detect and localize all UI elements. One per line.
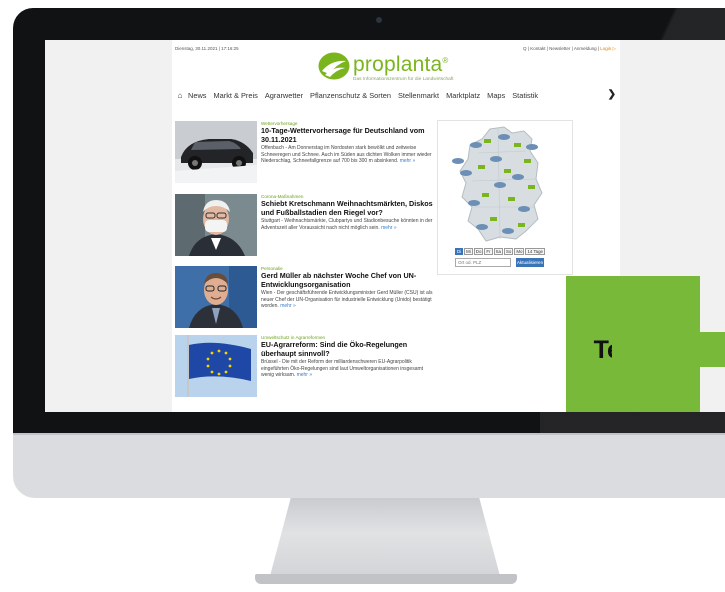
more-link[interactable]: mehr » — [297, 372, 313, 378]
politician-mask-thumbnail[interactable] — [175, 194, 257, 256]
day-tab[interactable]: Sa — [493, 248, 503, 255]
article-summary: Brüssel - Die mit der Reform der milliar… — [261, 359, 424, 378]
day-tab[interactable]: Di — [455, 248, 464, 255]
date-time-label: Dienstag, 30.11.2021 | 17:16:25 — [175, 46, 239, 51]
news-item[interactable]: Umweltschutz in Agrarreformen EU-Agrarre… — [175, 335, 437, 399]
day-tab[interactable]: Mo — [514, 248, 525, 255]
nav-item-news[interactable]: News — [188, 91, 206, 100]
monitor-foot — [255, 574, 517, 584]
monitor-chin — [13, 435, 725, 498]
plz-input[interactable]: Ort od. PLZ — [455, 258, 511, 267]
portrait-thumbnail[interactable] — [175, 266, 257, 328]
day-tab[interactable]: So — [503, 248, 514, 255]
login-link[interactable]: Login ▷ — [600, 46, 616, 51]
car-snow-thumbnail[interactable] — [175, 121, 257, 183]
registered-mark: ® — [442, 56, 449, 65]
update-weather-button[interactable]: Aktualisieren — [516, 258, 544, 267]
day-tab[interactable]: Mi — [464, 248, 473, 255]
article-headline[interactable]: Gerd Müller ab nächster Woche Chef von U… — [261, 271, 435, 289]
day-tab[interactable]: Fr — [484, 248, 493, 255]
article-headline[interactable]: Schiebt Kretschmann Weihnachtsmärkten, D… — [261, 199, 435, 217]
eu-flag-thumbnail[interactable] — [175, 335, 257, 397]
weather-day-tabs: Di Mi Do Fr Sa So Mo 14 Tage — [455, 248, 546, 255]
nav-item-agrarwetter[interactable]: Agrarwetter — [265, 91, 303, 100]
main-nav: ⌂ News Markt & Preis Agrarwetter Pflanze… — [172, 87, 620, 103]
teaser-pointer-bar — [612, 332, 725, 367]
news-item[interactable]: Personalie Gerd Müller ab nächster Woche… — [175, 266, 437, 330]
nav-item-maps[interactable]: Maps — [487, 91, 505, 100]
monitor-stand — [270, 498, 500, 576]
more-link[interactable]: mehr » — [381, 225, 397, 231]
article-headline[interactable]: 10-Tage-Wettervorhersage für Deutschland… — [261, 126, 435, 144]
nav-item-marktplatz[interactable]: Marktplatz — [446, 91, 480, 100]
top-links-text[interactable]: Q | Kontakt | Newsletter | Anmeldung | — [523, 46, 600, 51]
news-list: Wettervorhersage 10-Tage-Wettervorhersag… — [175, 121, 437, 411]
day-tab[interactable]: 14 Tage — [525, 248, 545, 255]
home-icon[interactable]: ⌂ — [172, 91, 188, 100]
site-logo[interactable]: proplanta® Das Informationszentrum für d… — [317, 51, 497, 85]
weather-map-widget: Di Mi Do Fr Sa So Mo 14 Tage Ort od. PLZ… — [437, 120, 573, 275]
logo-text: proplanta — [353, 53, 443, 76]
leaf-logo-icon — [318, 52, 350, 80]
site-tagline: Das Informationszentrum für die Landwirt… — [353, 77, 454, 82]
nav-item-markt-preis[interactable]: Markt & Preis — [213, 91, 257, 100]
chevron-right-icon[interactable]: ❯ — [608, 89, 616, 100]
news-item[interactable]: Corona-Maßnahmen Schiebt Kretschmann Wei… — [175, 194, 437, 258]
webcam-dot — [376, 17, 382, 23]
website-page: Dienstag, 30.11.2021 | 17:16:25 Q | Kont… — [172, 40, 700, 412]
nav-item-statistik[interactable]: Statistik — [512, 91, 538, 100]
monitor-mockup: Dienstag, 30.11.2021 | 17:16:25 Q | Kont… — [0, 0, 725, 592]
day-tab[interactable]: Do — [473, 248, 484, 255]
more-link[interactable]: mehr » — [280, 303, 296, 309]
nav-item-stellenmarkt[interactable]: Stellenmarkt — [398, 91, 439, 100]
more-link[interactable]: mehr » — [400, 158, 416, 164]
article-summary: Stuttgart - Weihnachtsmärkte, Clubpartys… — [261, 218, 433, 231]
nav-item-pflanzenschutz[interactable]: Pflanzenschutz & Sorten — [310, 91, 391, 100]
top-links[interactable]: Q | Kontakt | Newsletter | Anmeldung | L… — [523, 46, 616, 52]
germany-weather-map[interactable] — [438, 123, 572, 247]
article-headline[interactable]: EU-Agrarreform: Sind die Öko-Regelungen … — [261, 340, 435, 358]
news-item[interactable]: Wettervorhersage 10-Tage-Wettervorhersag… — [175, 121, 437, 185]
